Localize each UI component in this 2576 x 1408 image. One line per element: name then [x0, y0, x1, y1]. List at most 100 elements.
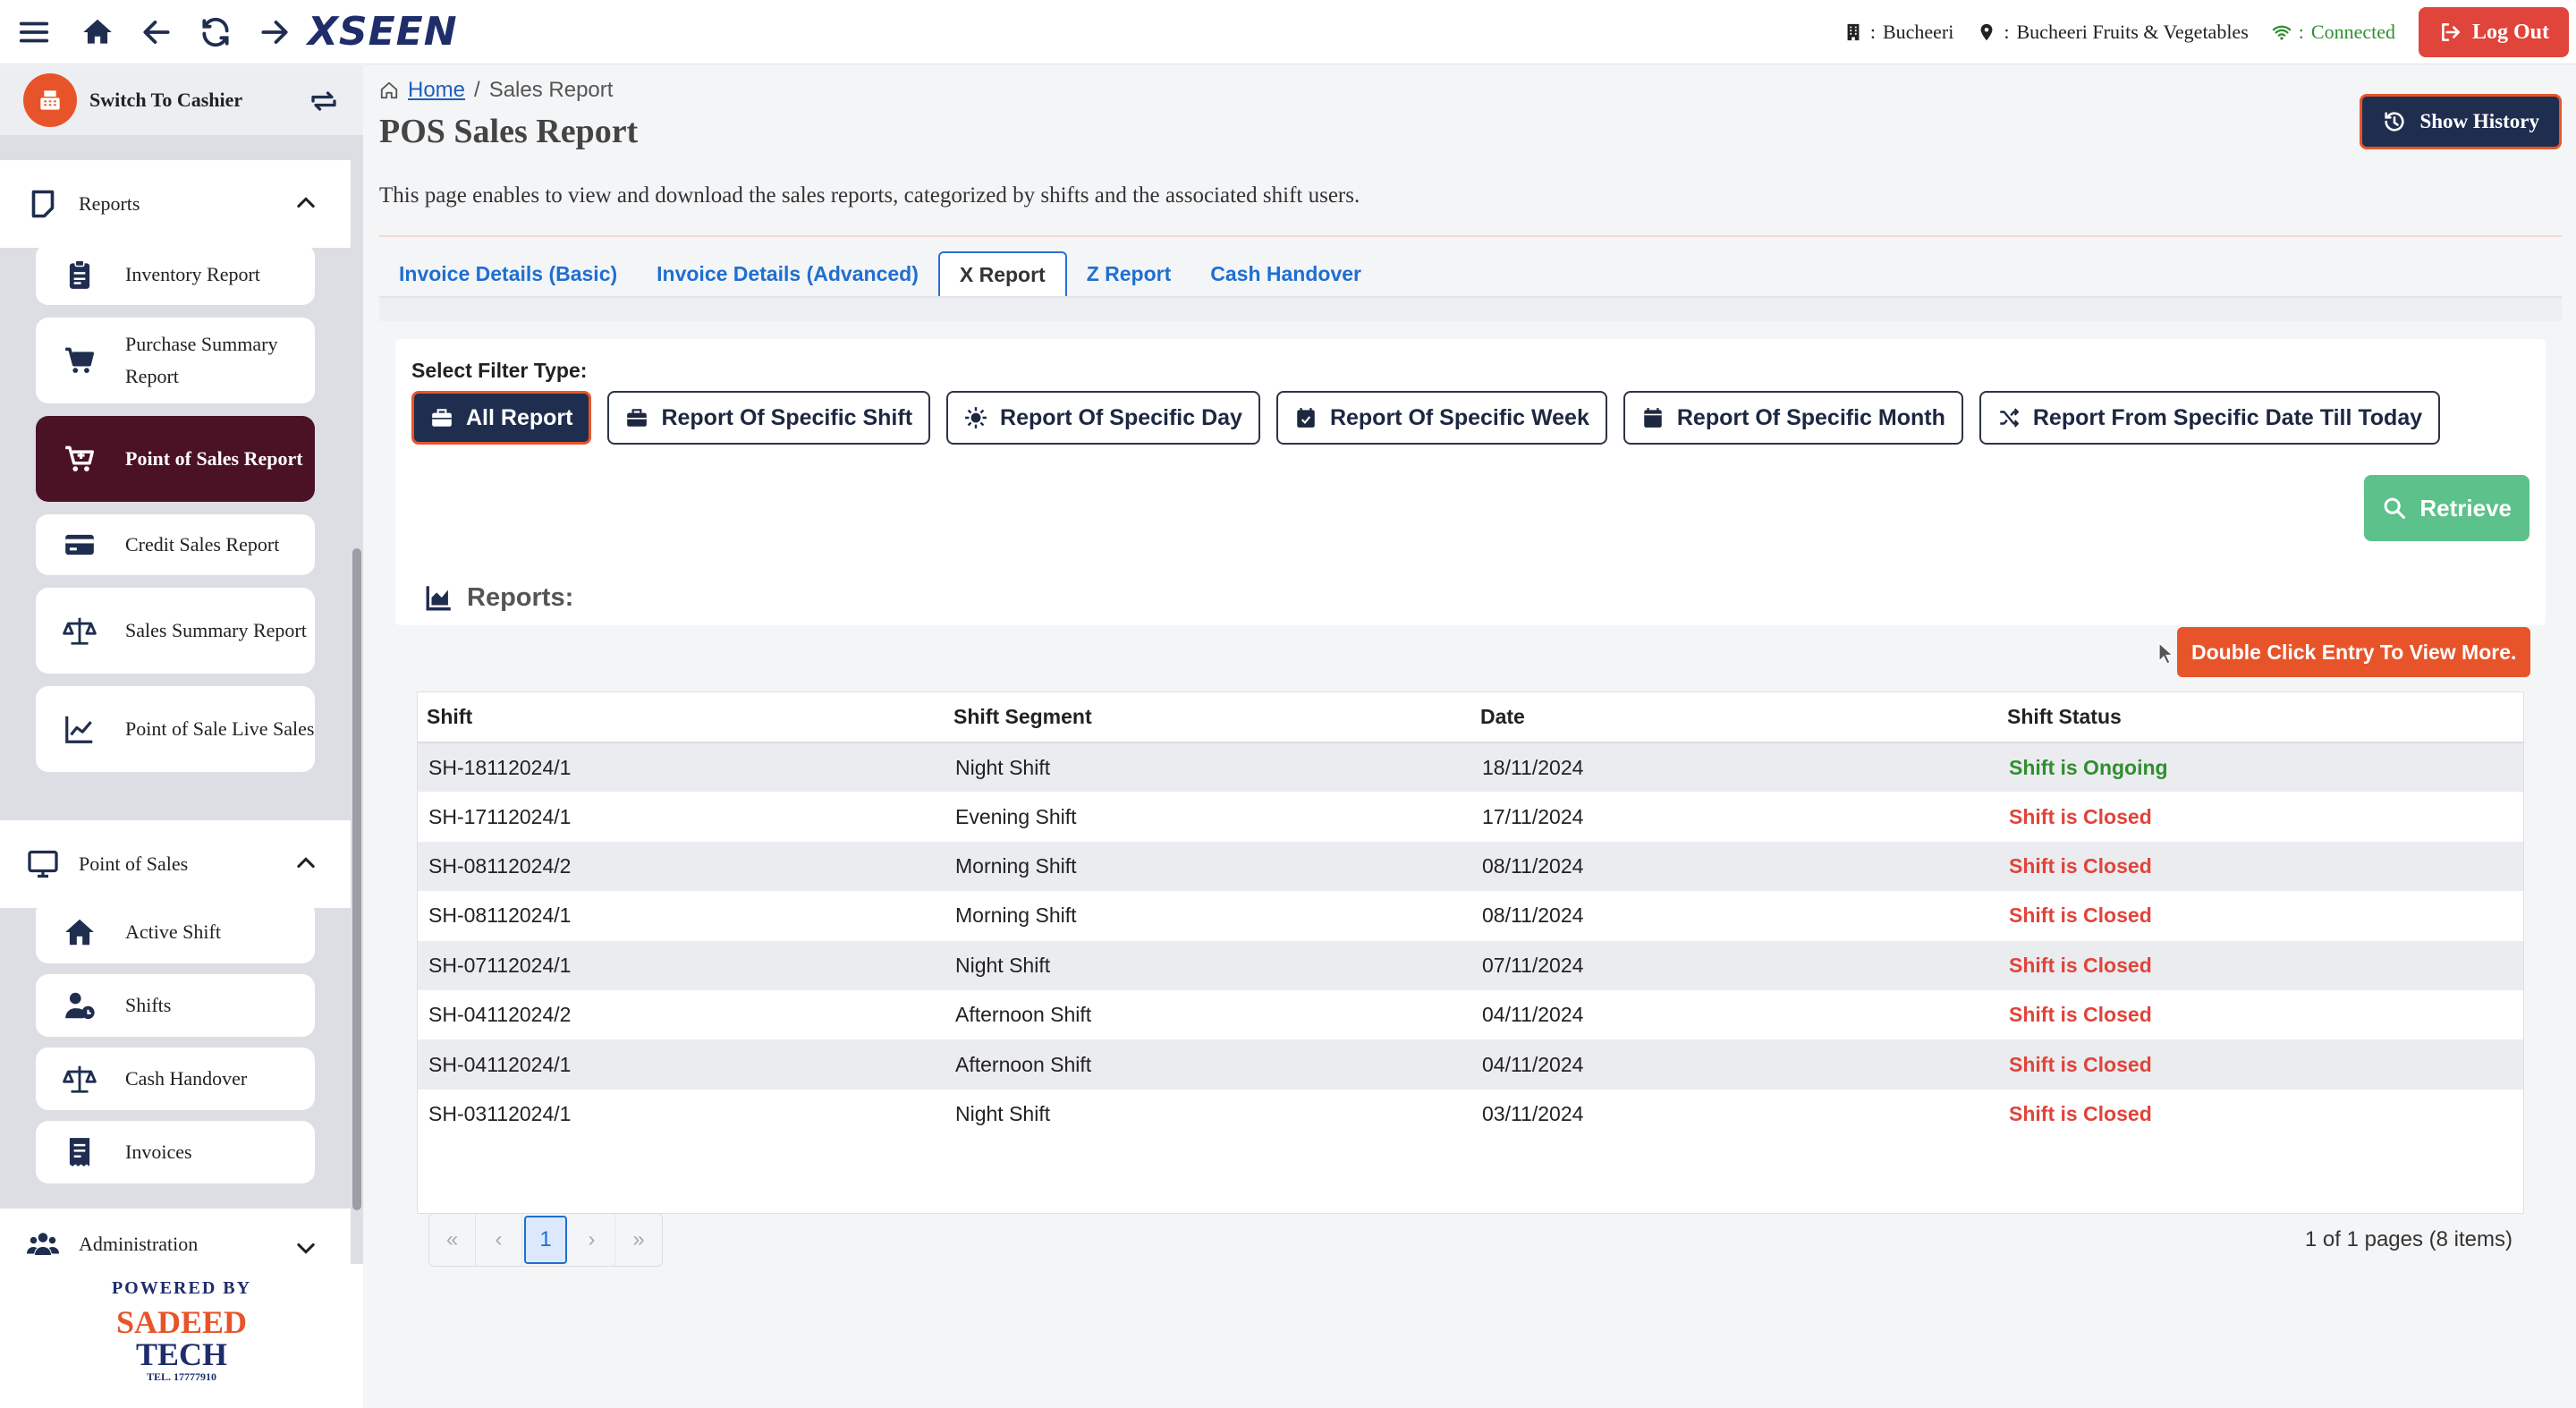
sidebar-section-administration[interactable]: Administration	[0, 1209, 351, 1264]
tab-invoice-details-advanced[interactable]: Invoice Details (Advanced)	[637, 251, 938, 296]
table-header-row: Shift Shift Segment Date Shift Status	[418, 692, 2523, 743]
tab-content-strip	[379, 298, 2562, 321]
table-row[interactable]: SH-04112024/1 Afternoon Shift 04/11/2024 Sh…	[418, 1039, 2523, 1090]
date-cell: 17/11/2024	[1482, 804, 1584, 828]
segment-cell: Afternoon Shift	[955, 1003, 1092, 1027]
filter-label-text: Report From Specific Date Till Today	[2032, 404, 2423, 430]
segment-cell: Evening Shift	[955, 804, 1077, 828]
reports-section-label: Reports	[79, 192, 140, 215]
chevron-up-icon[interactable]	[293, 851, 318, 876]
briefcase-icon	[432, 409, 452, 427]
page-title: POS Sales Report	[379, 113, 639, 150]
app-logo: XSEEN	[308, 9, 458, 55]
history-icon	[2385, 112, 2405, 131]
segment-cell: Morning Shift	[955, 903, 1077, 928]
page-1-button[interactable]: 1	[524, 1216, 567, 1264]
filter-date-till-today-button[interactable]: Report From Specific Date Till Today	[1979, 391, 2441, 445]
sidebar-section-reports[interactable]: Reports	[0, 160, 351, 248]
reports-heading-label: Reports:	[467, 582, 574, 612]
chevron-down-icon[interactable]	[293, 1235, 318, 1260]
table-row[interactable]: SH-07112024/1 Night Shift 07/11/2024 Shift …	[418, 940, 2523, 990]
filter-specific-day-button[interactable]: Report Of Specific Day	[946, 391, 1260, 445]
double-click-hint-badge: Double Click Entry To View More.	[2177, 627, 2531, 677]
switch-icon[interactable]	[308, 85, 340, 117]
menu-icon[interactable]	[0, 0, 68, 64]
table-row[interactable]: SH-18112024/1 Night Shift 18/11/2024 Shift …	[418, 742, 2523, 793]
next-page-button[interactable]: ›	[569, 1214, 615, 1266]
filter-label-text: Report Of Specific Week	[1329, 404, 1589, 430]
tab-cash-handover[interactable]: Cash Handover	[1191, 251, 1381, 296]
column-header-shift-segment[interactable]: Shift Segment	[945, 692, 1471, 743]
last-page-button[interactable]: »	[615, 1214, 662, 1266]
filter-all-report-button[interactable]: All Report	[411, 391, 592, 445]
tab-z-report[interactable]: Z Report	[1067, 251, 1191, 296]
first-page-button[interactable]: «	[429, 1214, 476, 1266]
cart-icon	[65, 347, 94, 373]
sidebar-item-credit-sales[interactable]: Credit Sales Report	[36, 514, 315, 575]
shift-cell: SH-18112024/1	[418, 742, 945, 793]
column-header-shift[interactable]: Shift	[418, 692, 945, 743]
calendar-icon	[1644, 408, 1662, 428]
shift-cell: SH-07112024/1	[418, 940, 945, 990]
area-chart-icon	[426, 586, 451, 611]
shuffle-icon	[2000, 408, 2019, 428]
page-info: 1 of 1 pages (8 items)	[2304, 1227, 2512, 1251]
credit-card-icon	[65, 534, 94, 556]
wifi-icon	[2272, 25, 2292, 40]
tab-x-report[interactable]: X Report	[937, 251, 1067, 296]
page-description: This page enables to view and download t…	[379, 183, 1360, 208]
shift-cell: SH-08112024/2	[418, 841, 945, 892]
filter-label-text: Report Of Specific Shift	[661, 404, 913, 430]
date-cell: 07/11/2024	[1471, 940, 1998, 990]
sidebar-item-invoices[interactable]: Invoices	[36, 1121, 315, 1183]
table-row[interactable]: SH-08112024/2 Morning Shift 08/11/2024 Shif…	[418, 841, 2523, 892]
sidebar-section-point-of-sales[interactable]: Point of Sales	[0, 820, 351, 908]
sidebar-item-point-of-sales-report[interactable]: Point of Sales Report	[36, 416, 315, 502]
reports-section-icon	[31, 190, 55, 218]
sidebar-item-active-shift[interactable]: Active Shift	[36, 901, 315, 963]
sidebar-item-label: Credit Sales Report	[125, 533, 280, 556]
column-header-date[interactable]: Date	[1471, 692, 1998, 743]
filter-specific-month-button[interactable]: Report Of Specific Month	[1623, 391, 1963, 445]
sadeed-logo-text: SADEED	[115, 1304, 248, 1340]
filter-specific-shift-button[interactable]: Report Of Specific Shift	[607, 391, 931, 445]
sidebar-item-cash-handover[interactable]: Cash Handover	[36, 1048, 315, 1110]
column-header-shift-status[interactable]: Shift Status	[1998, 692, 2523, 743]
show-history-button[interactable]: Show History	[2360, 94, 2562, 149]
reports-heading: Reports:	[424, 582, 573, 613]
retrieve-button[interactable]: Retrieve	[2364, 475, 2529, 541]
table-row[interactable]: SH-17112024/1 Evening Shift 17/11/2024 Shif…	[418, 792, 2523, 841]
tech-logo-text: TECH	[135, 1336, 228, 1372]
table-row[interactable]: SH-08112024/1 Morning Shift 08/11/2024 Shif…	[418, 891, 2523, 940]
breadcrumb-home-link[interactable]: Home	[408, 78, 465, 103]
retrieve-label: Retrieve	[2419, 494, 2512, 522]
segment-cell: Night Shift	[945, 940, 1471, 990]
home-outline-icon	[380, 81, 398, 99]
sidebar-item-shifts[interactable]: Shifts	[36, 974, 315, 1037]
refresh-icon[interactable]	[186, 0, 245, 64]
switch-to-cashier-label: Switch To Cashier	[89, 89, 243, 111]
switch-to-cashier[interactable]: Switch To Cashier	[0, 65, 363, 135]
table-row[interactable]: SH-04112024/2 Afternoon Shift 04/11/2024 Sh…	[418, 990, 2523, 1039]
powered-by-label: POWERED BY	[111, 1278, 252, 1298]
sidebar-item-purchase-summary[interactable]: Purchase Summary Report	[36, 318, 315, 403]
status-cell: Shift is Closed	[2009, 1101, 2152, 1125]
sidebar-item-live-sales[interactable]: Point of Sale Live Sales	[36, 686, 315, 772]
forward-arrow-icon[interactable]	[245, 0, 304, 64]
sidebar-item-inventory-report[interactable]: Inventory Report	[36, 244, 315, 305]
segment-cell: Morning Shift	[945, 841, 1471, 892]
sidebar-item-label: Cash Handover	[125, 1067, 248, 1090]
date-cell: 18/11/2024	[1471, 742, 1998, 793]
filter-label-text: Report Of Specific Month	[1676, 404, 1945, 430]
filter-specific-week-button[interactable]: Report Of Specific Week	[1275, 391, 1607, 445]
home-nav-icon[interactable]	[68, 0, 127, 64]
previous-page-button[interactable]: ‹	[476, 1214, 522, 1266]
table-row[interactable]: SH-03112024/1 Night Shift 03/11/2024 Shift …	[418, 1090, 2523, 1139]
tab-invoice-details-basic[interactable]: Invoice Details (Basic)	[379, 251, 637, 296]
back-arrow-icon[interactable]	[127, 0, 186, 64]
logout-button[interactable]: Log Out	[2418, 7, 2569, 57]
filter-label-text: Report Of Specific Day	[1000, 404, 1242, 430]
chevron-up-icon[interactable]	[293, 191, 318, 216]
sidebar-scrollbar[interactable]	[352, 548, 361, 1210]
sidebar-item-sales-summary[interactable]: Sales Summary Report	[36, 588, 315, 674]
